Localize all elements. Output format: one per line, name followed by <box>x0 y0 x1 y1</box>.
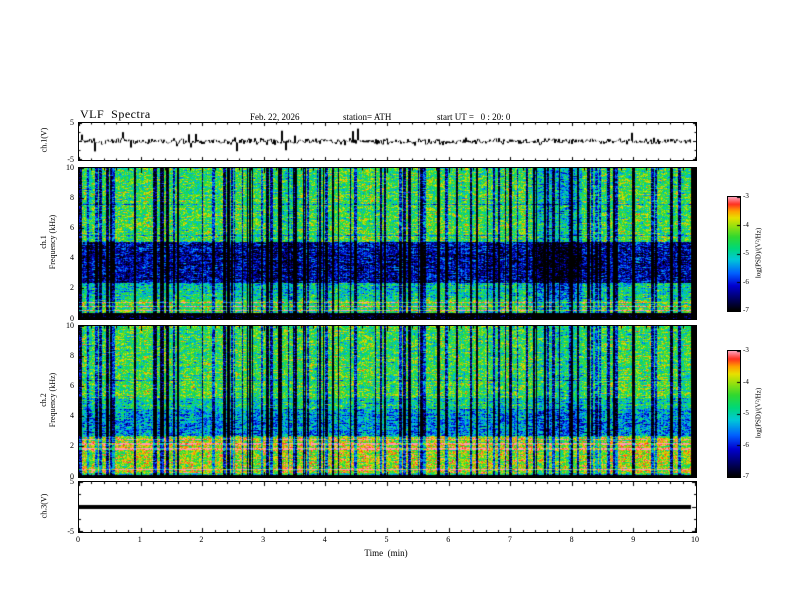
station-label: station= ATH <box>343 112 392 122</box>
x-tick-label: 9 <box>631 535 636 544</box>
ch1-voltage-trace-canvas <box>78 122 697 161</box>
y-tick-label: 10 <box>66 162 74 172</box>
colorbar-tick-label: -3 <box>743 192 749 200</box>
y-tick-label: 4 <box>70 253 74 263</box>
ch1-spectrogram-canvas <box>78 167 697 320</box>
y-tick-label: 2 <box>70 283 74 293</box>
y-tick-label: 8 <box>70 350 74 360</box>
time-axis-label: Time (min) <box>364 548 408 558</box>
colorbar-tick-label: -5 <box>743 249 749 257</box>
colorbar-tick-label: -5 <box>743 409 749 417</box>
ch1-spectrogram-axis-label: ch.1 Frequency (kHz) <box>39 215 57 269</box>
x-tick-label: 3 <box>261 535 266 544</box>
colorbar-tick-label: -6 <box>743 440 749 449</box>
colorbar-tick-label: -4 <box>743 377 749 386</box>
y-tick-label: 10 <box>66 320 74 330</box>
colorbar-tick-label: -6 <box>743 277 749 286</box>
y-tick-label: 8 <box>70 192 74 202</box>
y-tick-label: -5 <box>67 526 74 536</box>
ch1-axis-channel-text: ch.1 <box>39 235 48 249</box>
start-ut-label: start UT = 0 : 20: 0 <box>437 112 511 122</box>
x-tick-label: 8 <box>569 535 574 544</box>
x-tick-label: 1 <box>137 535 142 544</box>
colorbar-tick-label: -7 <box>743 472 749 480</box>
y-tick-label: 2 <box>70 441 74 451</box>
ch2-axis-channel-text: ch.2 <box>39 393 48 407</box>
x-tick-label: 5 <box>384 535 389 544</box>
y-tick-label: 6 <box>70 222 74 232</box>
colorbar-ch1 <box>727 196 741 312</box>
ch3-voltage-axis-text: ch.3(V) <box>39 493 49 519</box>
y-tick-label: 5 <box>70 117 74 127</box>
x-tick-label: 2 <box>199 535 204 544</box>
ch1-voltage-axis-text: ch.1(V) <box>39 127 49 153</box>
ch2-spectrogram-axis-label: ch.2 Frequency (kHz) <box>39 373 57 427</box>
x-tick-label: 0 <box>76 535 80 544</box>
ch3-voltage-axis-label: ch.3(V) <box>40 494 49 519</box>
y-tick-label: 6 <box>70 380 74 390</box>
x-tick-label: 7 <box>507 535 512 544</box>
x-tick-label: 6 <box>446 535 451 544</box>
x-tick-label: 4 <box>322 535 327 544</box>
colorbar-tick-label: -7 <box>743 306 749 314</box>
ch1-voltage-axis-label: ch.1(V) <box>40 128 49 153</box>
colorbar-tick-label: -4 <box>743 220 749 229</box>
colorbar-tick-label: -3 <box>743 346 749 354</box>
y-tick-label: 5 <box>70 476 74 486</box>
figure-title: VLF Spectra <box>80 107 151 121</box>
ch2-spectrogram-canvas <box>78 325 697 478</box>
y-tick-label: -5 <box>67 154 74 164</box>
x-tick-label: 10 <box>691 535 699 544</box>
y-tick-label: 4 <box>70 411 74 421</box>
ch3-voltage-trace-canvas <box>78 481 697 533</box>
vlf-spectra-figure: VLF Spectra Feb. 22, 2026 station= ATH s… <box>0 0 792 612</box>
colorbar2-label: log(PSD)/(V²/Hz) <box>754 387 763 439</box>
colorbar-ch2 <box>727 350 741 478</box>
date-label: Feb. 22, 2026 <box>250 112 300 122</box>
colorbar1-label: log(PSD)/(V²/Hz) <box>754 227 763 279</box>
